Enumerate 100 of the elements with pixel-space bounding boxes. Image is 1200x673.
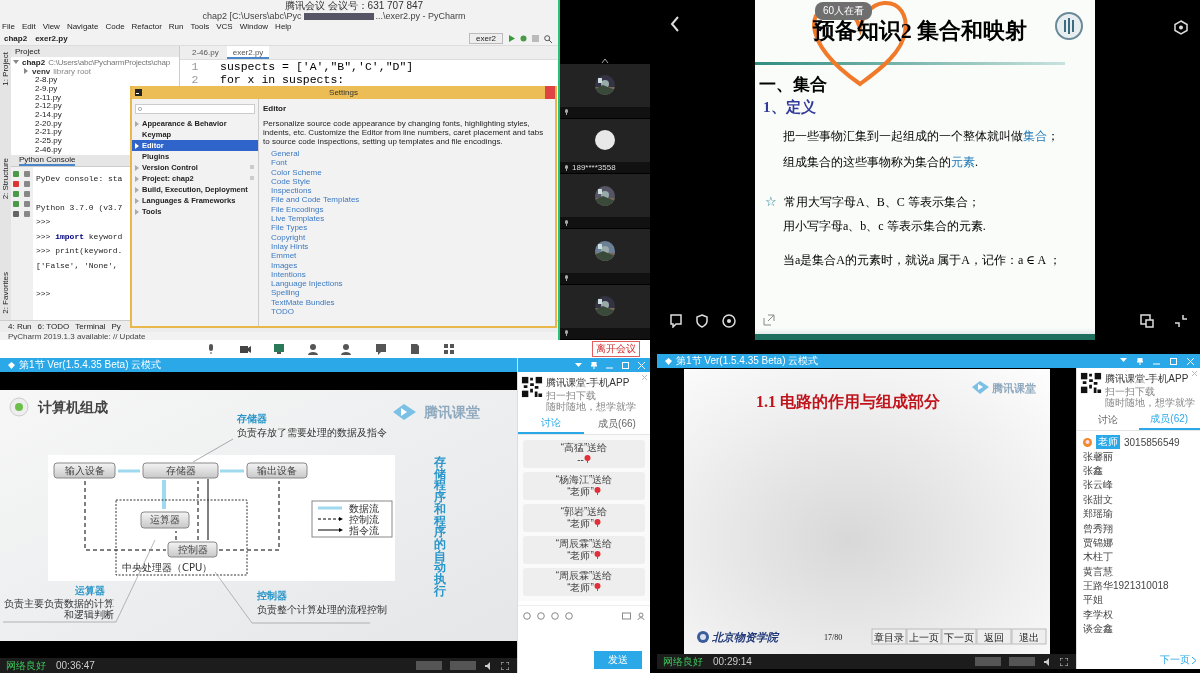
- slide-nav-button[interactable]: 章目录: [871, 628, 906, 644]
- chevron-right-icon[interactable]: [23, 68, 29, 75]
- menu-item[interactable]: Edit: [21, 22, 36, 31]
- screen-icon[interactable]: [1140, 314, 1154, 328]
- user-icon[interactable]: [637, 612, 645, 620]
- comment-icon[interactable]: [670, 314, 682, 328]
- maximize-icon[interactable]: [1170, 357, 1177, 365]
- pin-icon[interactable]: [591, 361, 597, 369]
- diagram-node: 输入设备: [53, 462, 116, 478]
- tool-tab[interactable]: Terminal: [75, 322, 106, 331]
- grid-icon[interactable]: [443, 343, 455, 355]
- tree-folder[interactable]: chap2: [22, 57, 46, 67]
- menu-item[interactable]: Help: [275, 22, 292, 31]
- settings-link[interactable]: Live Templates: [263, 214, 325, 224]
- settings-link[interactable]: Code Style: [263, 176, 311, 187]
- project-panel-header[interactable]: Project: [11, 46, 179, 57]
- tool-window-tab[interactable]: 2: Structure: [1, 158, 10, 200]
- slide-text: 把一些事物汇集到一起组成的一个整体就叫做集合；: [783, 127, 1059, 145]
- close-icon[interactable]: [642, 375, 647, 380]
- settings-link[interactable]: TODO: [263, 307, 294, 317]
- menu-item[interactable]: Refactor: [131, 22, 162, 31]
- pin-icon[interactable]: [1137, 357, 1143, 365]
- back-icon[interactable]: [670, 16, 680, 32]
- screen-icon[interactable]: [273, 343, 285, 355]
- tree-folder[interactable]: venv: [32, 66, 51, 76]
- chevron-down-icon[interactable]: [13, 58, 19, 65]
- card-icon[interactable]: [622, 612, 631, 620]
- camera-icon[interactable]: [239, 343, 251, 355]
- maximize-icon[interactable]: [622, 361, 629, 369]
- tool-window-tab[interactable]: 1: Project: [1, 52, 10, 86]
- menu-item[interactable]: Window: [239, 22, 269, 31]
- settings-link[interactable]: Inspections: [263, 186, 312, 196]
- search-field[interactable]: [135, 104, 255, 114]
- menu-item[interactable]: VCS: [216, 22, 233, 31]
- close-icon[interactable]: [1192, 371, 1197, 376]
- settings-link[interactable]: Emmet: [263, 251, 297, 261]
- settings-link[interactable]: File and Code Templates: [263, 195, 360, 205]
- settings-link[interactable]: Intentions: [263, 269, 306, 280]
- run-icon[interactable]: [508, 35, 515, 42]
- tree-file[interactable]: 2-8.py: [11, 75, 179, 85]
- settings-link[interactable]: File Types: [263, 223, 308, 233]
- shield-icon[interactable]: [696, 314, 708, 328]
- breadcrumb-item[interactable]: chap2: [4, 34, 28, 43]
- slide-nav-button[interactable]: 下一页: [941, 628, 976, 644]
- breadcrumb-item[interactable]: exer2.py: [35, 34, 68, 43]
- tool-window-tab[interactable]: 2: Favorites: [1, 272, 10, 314]
- logo-text: 腾讯课堂: [991, 381, 1036, 395]
- chevron-right-icon[interactable]: [1192, 656, 1196, 664]
- folder-note: library root: [53, 66, 92, 76]
- record-icon[interactable]: [722, 314, 736, 328]
- settings-link[interactable]: Language Injections: [263, 279, 343, 289]
- settings-link[interactable]: Spelling: [263, 288, 300, 298]
- menu-item[interactable]: Code: [105, 22, 125, 31]
- panel-tab[interactable]: 讨论: [1077, 410, 1139, 430]
- fullscreen-icon[interactable]: [1060, 657, 1068, 666]
- settings-link[interactable]: Copyright: [263, 232, 306, 242]
- tool-tab[interactable]: 4: Run: [8, 322, 32, 331]
- bug-icon[interactable]: [520, 35, 527, 42]
- menu-item[interactable]: File: [2, 22, 15, 31]
- volume-icon[interactable]: [484, 661, 493, 670]
- member-name: 郑瑶瑜: [1083, 507, 1113, 522]
- tool-tab[interactable]: Py: [111, 322, 121, 331]
- search-icon[interactable]: [544, 34, 552, 43]
- slide-nav-button[interactable]: 退出: [1011, 628, 1046, 644]
- slide-nav-button[interactable]: 返回: [976, 628, 1011, 644]
- settings-link[interactable]: Color Scheme: [263, 167, 322, 177]
- chevron-right-icon[interactable]: [134, 142, 140, 149]
- member-name: 曾秀翔: [1083, 521, 1113, 536]
- hint-text: 扫一扫下载: [546, 390, 596, 401]
- menu-item[interactable]: Tools: [190, 22, 210, 31]
- caret-icon[interactable]: [1120, 357, 1127, 363]
- document-icon[interactable]: [409, 343, 421, 355]
- settings-link[interactable]: TextMate Bundles: [263, 297, 335, 308]
- settings-link[interactable]: File Encodings: [263, 204, 324, 215]
- gift-message: “高猛”送给: [559, 442, 609, 454]
- menu-item[interactable]: View: [42, 22, 60, 31]
- settings-link[interactable]: General: [263, 149, 300, 159]
- menu-item[interactable]: Run: [168, 22, 184, 31]
- tool-tab[interactable]: 6: TODO: [37, 322, 70, 331]
- collapse-icon[interactable]: [1174, 314, 1188, 328]
- leave-meeting-button[interactable]: 离开会议: [592, 341, 640, 357]
- caret-icon[interactable]: [575, 362, 582, 368]
- editor-tab[interactable]: 2-46.py: [186, 46, 225, 59]
- settings-link[interactable]: Inlay Hints: [263, 241, 309, 252]
- settings-link[interactable]: Font: [263, 158, 287, 168]
- fullscreen-icon[interactable]: [501, 661, 509, 670]
- slide-nav-button[interactable]: 上一页: [906, 628, 941, 644]
- volume-icon[interactable]: [1043, 657, 1052, 666]
- editor-tab[interactable]: exer2.py: [226, 46, 270, 59]
- panel-tab[interactable]: 成员(66): [584, 414, 650, 434]
- meeting-id-label: 腾讯会议 会议号：631 707 847: [283, 0, 425, 11]
- callout-title: 运算器: [75, 584, 105, 596]
- menu-item[interactable]: Navigate: [66, 22, 99, 31]
- run-config-dropdown[interactable]: exer2: [469, 33, 503, 44]
- settings-link[interactable]: Images: [263, 260, 298, 270]
- console-line: >>> print(keyword.: [36, 246, 123, 255]
- chat-icon[interactable]: [375, 343, 387, 355]
- settings-icon[interactable]: [1174, 20, 1188, 35]
- expand-icon[interactable]: [763, 314, 775, 326]
- chevron-up-icon[interactable]: [601, 58, 609, 64]
